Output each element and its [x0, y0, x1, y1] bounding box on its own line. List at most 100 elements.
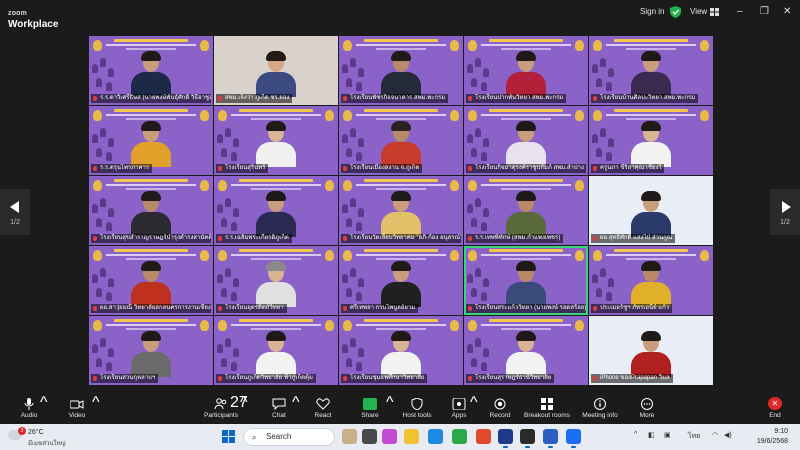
view-button[interactable]: View — [690, 7, 707, 16]
taskbar-word-icon[interactable] — [543, 429, 558, 448]
virtual-background-header — [89, 249, 213, 260]
participant-tile[interactable]: โรงเรียนอุตรดิตถ์วิทยา — [214, 246, 338, 315]
participant-tile[interactable]: สพม.เจ็งว่า ภูเก็ต ชร.ยอง — [214, 36, 338, 105]
weather-widget[interactable]: 3 26°C มีเมฆส่วนใหญ่ — [8, 427, 78, 447]
participant-tile[interactable]: โรงเรียนเมืองสงาน จ.ภูเก็ต — [339, 106, 463, 175]
participant-name-label: โรงเรียนอุตรดิตถ์วิทยา — [216, 304, 287, 313]
sign-in-link[interactable]: Sign in — [640, 7, 664, 16]
participant-name: ศรีเทพลา กรบไพบูลย์ยาม — [350, 305, 416, 311]
close-window-button[interactable]: ✕ — [783, 6, 791, 17]
chevron-right-icon — [782, 201, 791, 213]
participant-tile[interactable]: โรงเรียนชุมแพศึกษาวิทยาลัย — [339, 316, 463, 385]
participant-tile[interactable]: โรงเรียนบ้านศิลปะวิทยา สพม.พะกรม — [589, 36, 713, 105]
participant-tile[interactable]: โรงเรียนวัดเลียบวิทยาคม "อภิ-ก้อง อนุสรณ… — [339, 176, 463, 245]
participant-tile[interactable]: ศรีเทพลา กรบไพบูลย์ยาม — [339, 246, 463, 315]
participant-name: ร.ร.ตรุนไพรภาคาร — [100, 165, 150, 171]
participant-name: ผอ.สาวุ่ยมณี วิทยาลัยสกลนครการงานเชียงให… — [100, 305, 211, 311]
virtual-background-header — [89, 179, 213, 190]
windows-start-button[interactable] — [222, 430, 235, 443]
taskbar-app-widget-icon[interactable] — [342, 429, 357, 444]
apps-button[interactable]: Apps — [446, 394, 472, 419]
virtual-background-header — [214, 249, 338, 260]
video-button[interactable]: Video — [62, 394, 92, 419]
taskbar-clock[interactable]: 9:10 19/6/2568 — [748, 427, 788, 447]
speaker-icon[interactable]: ◀) — [724, 431, 732, 439]
more-button[interactable]: More — [634, 394, 660, 419]
video-options-chevron-icon[interactable]: ^ — [92, 394, 100, 412]
muted-mic-icon — [468, 376, 472, 381]
next-page-button[interactable]: 1/2 — [770, 189, 800, 235]
participant-tile[interactable]: โรงเรียนภูเก็ตวิทยาลัย ฟ้าภูเก็ตคุ้ม — [214, 316, 338, 385]
participant-tile[interactable]: ร.ร.เฉลิมพระเกียรติภูเก็ต — [214, 176, 338, 245]
participant-tile[interactable]: โรงเรียนปากพันวิทยา สพม.พะกรม — [464, 36, 588, 105]
minimize-button[interactable]: – — [737, 6, 743, 17]
view-grid-icon[interactable] — [710, 8, 719, 16]
record-icon — [494, 398, 506, 410]
participant-name: โรงเรียนเมืองสงาน จ.ภูเก็ต — [350, 165, 420, 171]
input-language-indicator[interactable]: ไทย — [688, 431, 700, 442]
react-button[interactable]: React — [309, 394, 337, 419]
taskbar-chrome-icon[interactable] — [452, 429, 467, 444]
participant-tile[interactable]: ร.ร.ตรุนไพรภาคาร — [89, 106, 213, 175]
tray-network-icon[interactable]: ◧ — [648, 431, 655, 439]
participant-tile[interactable]: ครูนภา ขีริสาคุณ เชียงใ — [589, 106, 713, 175]
participant-name-label: ครูนภา ขีริสาคุณ เชียงใ — [591, 164, 665, 173]
share-screen-icon — [363, 398, 377, 410]
record-button[interactable]: Record — [486, 394, 514, 419]
meeting-info-button[interactable]: Meeting info — [580, 394, 620, 419]
apps-options-chevron-icon[interactable]: ^ — [470, 394, 478, 412]
participant-tile[interactable]: โรงเรียนสุรินทร์ — [214, 106, 338, 175]
chat-options-chevron-icon[interactable]: ^ — [292, 394, 300, 412]
taskbar-office-icon[interactable] — [476, 429, 491, 444]
taskbar-edge-icon[interactable] — [428, 429, 443, 444]
participant-tile[interactable]: โรงเรียนสวนกุหลาบฯ — [89, 316, 213, 385]
participant-tile[interactable]: โรงเรียนพัชรกิจจนาคาร สพม.พะกรม — [339, 36, 463, 105]
participant-name: ประเมอร์ชูฯ ภัทรเอนีย์ แก้ว — [600, 305, 670, 311]
taskbar-app-icon-2[interactable] — [520, 429, 535, 448]
participant-name-label: โรงเรียนสระแก้ววิทยา (นายพงษ์ รอดสร้อย) — [466, 304, 586, 313]
weather-badge: 3 — [18, 427, 26, 435]
end-meeting-button[interactable]: ✕ End — [762, 394, 788, 419]
participant-tile[interactable]: โรงเรียนกิจมาตุรงค์ราชูปถัมภ์ สพม.ลำปาง — [464, 106, 588, 175]
record-label: Record — [489, 412, 511, 419]
maximize-button[interactable]: ❐ — [760, 6, 769, 17]
taskbar-zoom-icon[interactable] — [566, 429, 581, 448]
heart-icon — [316, 398, 330, 410]
background-figures — [467, 198, 491, 234]
participant-video — [504, 121, 548, 167]
tray-chevron-up-icon[interactable]: ^ — [634, 431, 637, 438]
participant-name-label: ผอ.สุทธิศักดิ์ แสงไป่ ส่วนกูณ — [591, 234, 676, 243]
taskbar-file-explorer-icon[interactable] — [404, 429, 419, 444]
share-button[interactable]: Share — [356, 394, 384, 419]
participant-name-label: โรงเรียนภูเก็ตวิทยาลัย ฟ้าภูเก็ตคุ้ม — [216, 374, 316, 383]
participant-tile[interactable]: ผอ.สุทธิศักดิ์ แสงไป่ ส่วนกูณ — [589, 176, 713, 245]
chat-button[interactable]: Chat — [265, 394, 293, 419]
share-options-chevron-icon[interactable]: ^ — [386, 394, 394, 412]
taskbar-app-icon[interactable] — [498, 429, 513, 448]
participant-tile[interactable]: ผอ.สาวุ่ยมณี วิทยาลัยสกลนครการงานเชียงให… — [89, 246, 213, 315]
audio-options-chevron-icon[interactable]: ^ — [40, 394, 48, 412]
muted-mic-icon — [343, 306, 347, 311]
participant-tile[interactable]: ร.ร.เทพพิทักษ์ (สพม.กำแพงเพชร) — [464, 176, 588, 245]
participant-name: โรงเรียนพัชรกิจจนาคาร สพม.พะกรม — [350, 95, 446, 101]
host-tools-button[interactable]: Host tools — [400, 394, 434, 419]
virtual-background-header — [89, 39, 213, 50]
previous-page-button[interactable]: 1/2 — [0, 189, 30, 235]
participant-tile[interactable]: ร.ร.ดาวิเศรีธิษส (นายพงษ์พันธุ์ศักดิ์ วิ… — [89, 36, 213, 105]
background-figures — [92, 198, 116, 234]
background-figures — [217, 128, 241, 164]
participant-tile[interactable]: โรงเรียนสระแก้ววิทยา (นายพงษ์ รอดสร้อย) — [464, 246, 588, 315]
participant-tile[interactable]: โรงเรียนสุขสำราญราษฎร์บำรุงดำรงสามัคคี — [89, 176, 213, 245]
virtual-background-header — [339, 109, 463, 120]
taskbar-search-box[interactable]: ⌕ Search — [243, 428, 335, 446]
taskbar-copilot-icon[interactable] — [382, 429, 397, 444]
breakout-rooms-button[interactable]: Breakout rooms — [524, 394, 570, 419]
participants-options-chevron-icon[interactable]: ^ — [240, 394, 248, 412]
participant-tile[interactable]: โรงเรียนสุราษฎร์ธานีวิทยาลัย — [464, 316, 588, 385]
participant-tile[interactable]: ประเมอร์ชูฯ ภัทรเอนีย์ แก้ว — [589, 246, 713, 315]
encryption-shield-icon[interactable] — [670, 6, 681, 18]
participant-tile[interactable]: iPhone ของPrapapan วิมล — [589, 316, 713, 385]
taskbar-task-view-icon[interactable] — [362, 429, 377, 444]
tray-app-icon[interactable]: ▣ — [664, 431, 671, 439]
wifi-icon[interactable]: ◠ — [712, 431, 718, 439]
